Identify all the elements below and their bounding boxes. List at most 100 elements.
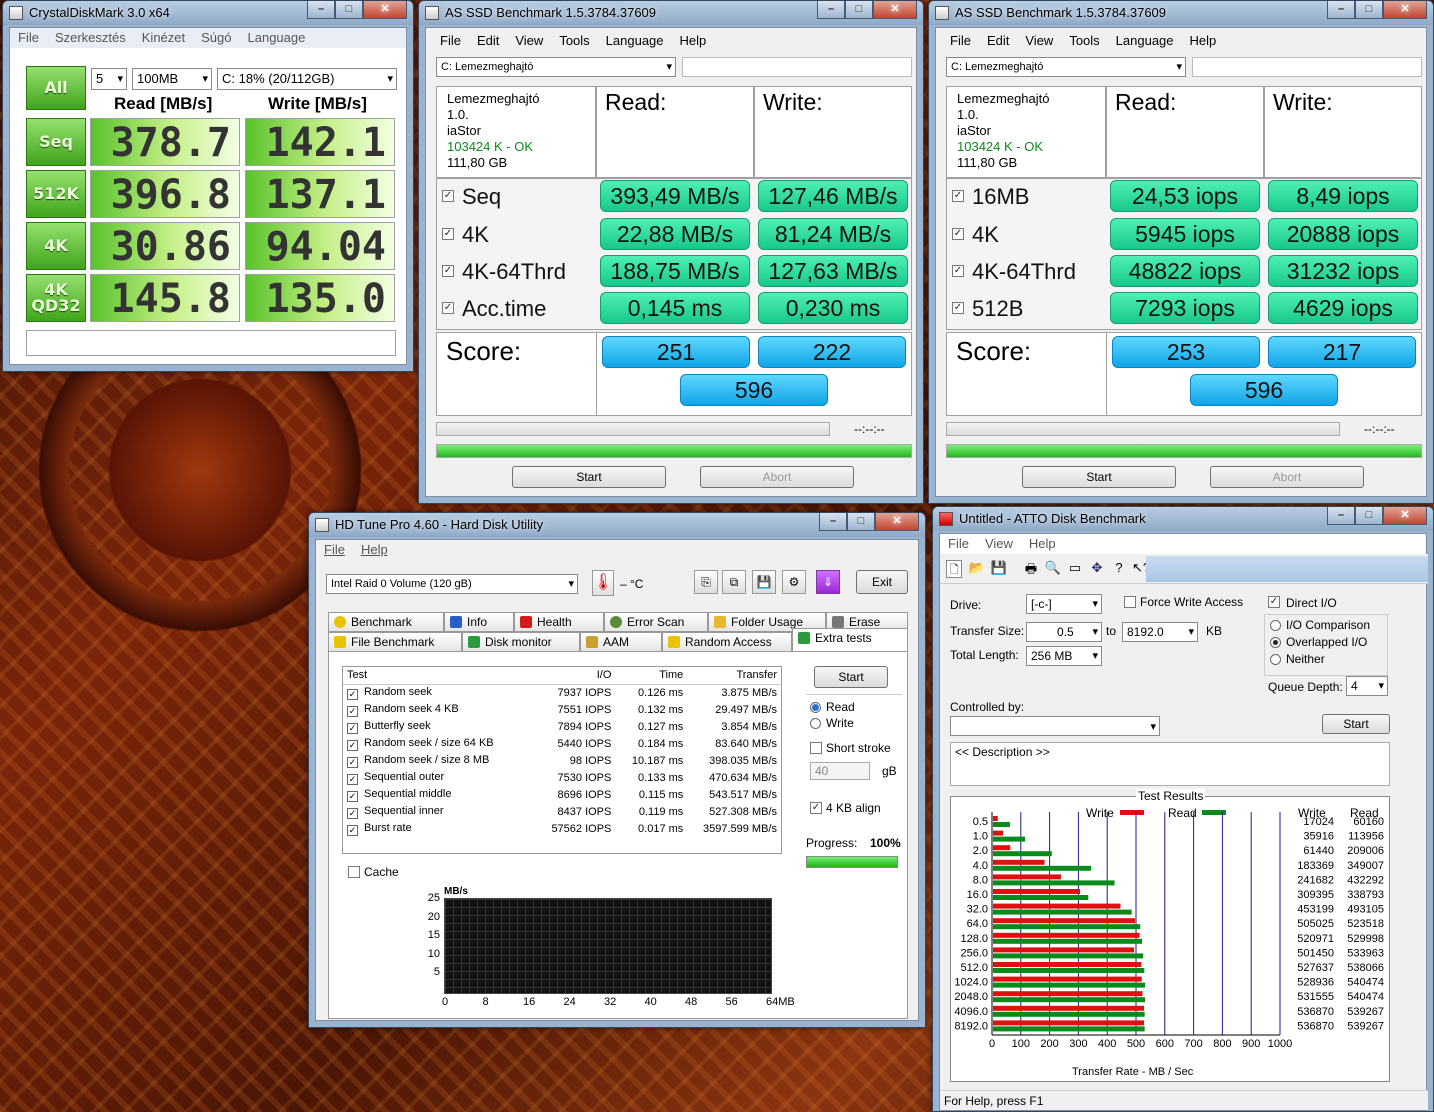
row-checkbox[interactable]: ✓ xyxy=(347,756,358,768)
screenshot-icon[interactable]: ⇓ xyxy=(816,570,840,594)
minimize-button[interactable]: – xyxy=(819,513,847,531)
io-comparison-radio[interactable] xyxy=(1270,620,1281,631)
title-bar[interactable]: HD Tune Pro 4.60 - Hard Disk Utility – □ ✕ xyxy=(309,513,925,537)
row-checkbox[interactable]: ✓ xyxy=(347,739,358,751)
menu-language[interactable]: Language xyxy=(598,28,672,54)
overlapped-radio[interactable] xyxy=(1270,637,1281,648)
tab-disk-monitor[interactable]: Disk monitor xyxy=(462,632,580,652)
drive-select[interactable]: Intel Raid 0 Volume (120 gB) xyxy=(326,574,578,594)
new-icon[interactable]: 🗋 xyxy=(946,560,962,578)
maximize-button[interactable]: □ xyxy=(847,513,875,531)
tab-info[interactable]: Info xyxy=(444,612,514,632)
menu-help[interactable]: Súgó xyxy=(193,28,239,48)
menu-edit[interactable]: Edit xyxy=(469,28,507,54)
start-button[interactable]: Start xyxy=(512,466,666,488)
start-button[interactable]: Start xyxy=(814,666,888,688)
drive-select[interactable]: [-c-] xyxy=(1026,594,1102,614)
table-row[interactable]: ✓ Butterfly seek 7894 IOPS 0.127 ms 3.854 MB… xyxy=(343,718,781,735)
drive-select[interactable]: C: Lemezmeghajtó xyxy=(946,57,1186,77)
title-bar[interactable]: AS SSD Benchmark 1.5.3784.37609 – □ ✕ xyxy=(929,1,1433,25)
512b-checkbox[interactable]: ✓ xyxy=(952,302,964,314)
drive-select[interactable]: C: 18% (20/112GB) xyxy=(217,68,397,90)
direct-io-checkbox[interactable]: ✓ xyxy=(1268,596,1280,608)
minimize-button[interactable]: – xyxy=(1327,507,1355,525)
open-icon[interactable]: 📂 xyxy=(968,560,986,578)
tab-random-access[interactable]: Random Access xyxy=(662,632,792,652)
4k-checkbox[interactable]: ✓ xyxy=(952,228,964,240)
size-select[interactable]: 100MB xyxy=(132,68,212,90)
seq-button[interactable]: Seq xyxy=(26,118,86,166)
page-icon[interactable]: ▭ xyxy=(1066,560,1084,578)
menu-file[interactable]: File xyxy=(432,28,469,54)
menu-view[interactable]: View xyxy=(507,28,551,54)
copy-all-icon[interactable]: ⧉ xyxy=(722,570,746,594)
table-row[interactable]: ✓ Random seek / size 64 KB 5440 IOPS 0.184 … xyxy=(343,735,781,752)
row-checkbox[interactable]: ✓ xyxy=(347,722,358,734)
short-stroke-checkbox[interactable] xyxy=(810,742,822,754)
close-button[interactable]: ✕ xyxy=(363,1,407,19)
exit-button[interactable]: Exit xyxy=(856,570,908,594)
tab-file-benchmark[interactable]: File Benchmark xyxy=(328,632,462,652)
minimize-button[interactable]: – xyxy=(307,1,335,19)
transfer-from-select[interactable]: 0.5 xyxy=(1026,622,1102,642)
menu-help[interactable]: Help xyxy=(1182,28,1225,54)
menu-file[interactable]: File xyxy=(942,28,979,54)
align-checkbox[interactable]: ✓ xyxy=(810,802,822,814)
acctime-checkbox[interactable]: ✓ xyxy=(442,302,454,314)
maximize-button[interactable]: □ xyxy=(335,1,363,19)
move-icon[interactable]: ✥ xyxy=(1088,560,1106,578)
maximize-button[interactable]: □ xyxy=(1355,1,1383,19)
menu-tools[interactable]: Tools xyxy=(551,28,597,54)
queue-depth-select[interactable]: 4 xyxy=(1346,676,1388,696)
menu-file[interactable]: File xyxy=(316,540,353,560)
title-bar[interactable]: AS SSD Benchmark 1.5.3784.37609 – □ ✕ xyxy=(419,1,923,25)
minimize-button[interactable]: – xyxy=(1327,1,1355,19)
row-checkbox[interactable]: ✓ xyxy=(347,773,358,785)
512k-button[interactable]: 512K xyxy=(26,170,86,218)
table-row[interactable]: ✓ Random seek 4 KB 7551 IOPS 0.132 ms 29.497… xyxy=(343,701,781,718)
menu-help[interactable]: Help xyxy=(1021,534,1064,554)
copy-icon[interactable]: ⎘ xyxy=(694,570,718,594)
abort-button[interactable]: Abort xyxy=(1210,466,1364,488)
tab-benchmark[interactable]: Benchmark xyxy=(328,612,444,632)
print-icon[interactable]: 🖶 xyxy=(1022,560,1040,578)
menu-help[interactable]: Help xyxy=(353,540,396,560)
4k-qd32-button[interactable]: 4K QD32 xyxy=(26,274,86,322)
start-button[interactable]: Start xyxy=(1022,466,1176,488)
options-icon[interactable]: ⚙ xyxy=(782,570,806,594)
path-field[interactable] xyxy=(1192,57,1422,77)
abort-button[interactable]: Abort xyxy=(700,466,854,488)
drive-select[interactable]: C: Lemezmeghajtó xyxy=(436,57,676,77)
4k-checkbox[interactable]: ✓ xyxy=(442,228,454,240)
read-radio[interactable] xyxy=(810,702,821,713)
menu-view[interactable]: View xyxy=(977,534,1021,554)
comment-field[interactable] xyxy=(26,330,396,356)
runs-select[interactable]: 5 xyxy=(91,68,127,90)
tab-aam[interactable]: AAM xyxy=(580,632,662,652)
seq-checkbox[interactable]: ✓ xyxy=(442,190,454,202)
print-preview-icon[interactable]: 🔍 xyxy=(1044,560,1062,578)
menu-tools[interactable]: Tools xyxy=(1061,28,1107,54)
save-icon[interactable]: 💾 xyxy=(752,570,776,594)
help-icon[interactable]: ? xyxy=(1110,560,1128,578)
maximize-button[interactable]: □ xyxy=(1355,507,1383,525)
close-button[interactable]: ✕ xyxy=(875,513,919,531)
menu-file[interactable]: File xyxy=(940,534,977,554)
close-button[interactable]: ✕ xyxy=(873,1,917,19)
menu-view[interactable]: Kinézet xyxy=(134,28,193,48)
menu-file[interactable]: File xyxy=(10,28,47,48)
save-icon[interactable]: 💾 xyxy=(990,560,1008,578)
transfer-to-select[interactable]: 8192.0 xyxy=(1122,622,1198,642)
menu-language[interactable]: Language xyxy=(1108,28,1182,54)
title-bar[interactable]: CrystalDiskMark 3.0 x64 – □ ✕ xyxy=(3,1,413,25)
row-checkbox[interactable]: ✓ xyxy=(347,705,358,717)
title-bar[interactable]: Untitled - ATTO Disk Benchmark – □ ✕ xyxy=(933,507,1433,531)
table-row[interactable]: ✓ Random seek 7937 IOPS 0.126 ms 3.875 MB/s xyxy=(343,684,781,701)
write-radio[interactable] xyxy=(810,718,821,729)
row-checkbox[interactable]: ✓ xyxy=(347,790,358,802)
neither-radio[interactable] xyxy=(1270,654,1281,665)
path-field[interactable] xyxy=(682,57,912,77)
table-row[interactable]: ✓ Random seek / size 8 MB 98 IOPS 10.187 ms… xyxy=(343,752,781,769)
menu-edit[interactable]: Edit xyxy=(979,28,1017,54)
menu-language[interactable]: Language xyxy=(240,28,314,48)
